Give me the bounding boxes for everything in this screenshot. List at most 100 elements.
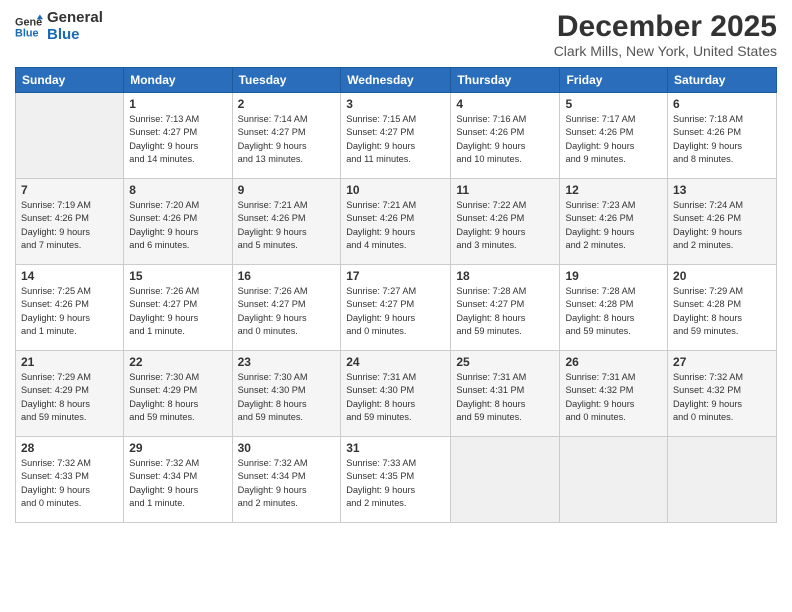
calendar-cell: 23Sunrise: 7:30 AM Sunset: 4:30 PM Dayli…	[232, 351, 341, 437]
day-info: Sunrise: 7:32 AM Sunset: 4:33 PM Dayligh…	[21, 457, 118, 510]
header-day: Thursday	[451, 68, 560, 93]
day-number: 25	[456, 355, 554, 369]
calendar-cell: 15 Sunrise: 7:26 AM Sunset: 4:27 PM Dayli…	[124, 265, 232, 351]
day-info: Sunrise: 7:22 AM Sunset: 4:26 PM Dayligh…	[456, 199, 554, 252]
calendar-cell: 9 Sunrise: 7:21 AM Sunset: 4:26 PM Daylig…	[232, 179, 341, 265]
header-day: Saturday	[668, 68, 777, 93]
day-number: 15	[129, 269, 226, 283]
calendar-cell: 17 Sunrise: 7:27 AM Sunset: 4:27 PM Dayli…	[341, 265, 451, 351]
calendar-cell	[16, 93, 124, 179]
calendar-cell: 5 Sunrise: 7:17 AM Sunset: 4:26 PM Daylig…	[560, 93, 668, 179]
day-info: Sunrise: 7:18 AM Sunset: 4:26 PM Dayligh…	[673, 113, 771, 166]
day-info: Sunrise: 7:13 AM Sunset: 4:27 PM Dayligh…	[129, 113, 226, 166]
day-number: 9	[238, 183, 336, 197]
calendar-cell: 29 Sunrise: 7:32 AM Sunset: 4:34 PM Dayli…	[124, 437, 232, 523]
day-info: Sunrise: 7:24 AM Sunset: 4:26 PM Dayligh…	[673, 199, 771, 252]
day-number: 8	[129, 183, 226, 197]
calendar-week: 21 Sunrise: 7:29 AM Sunset: 4:29 PM Dayli…	[16, 351, 777, 437]
calendar-cell: 12 Sunrise: 7:23 AM Sunset: 4:26 PM Dayli…	[560, 179, 668, 265]
logo-icon: General Blue	[15, 13, 43, 41]
calendar-cell: 10Sunrise: 7:21 AM Sunset: 4:26 PM Dayli…	[341, 179, 451, 265]
calendar-body: 1Sunrise: 7:13 AM Sunset: 4:27 PM Daylig…	[16, 93, 777, 523]
calendar-cell: 14 Sunrise: 7:25 AM Sunset: 4:26 PM Dayli…	[16, 265, 124, 351]
day-info: Sunrise: 7:26 AM Sunset: 4:27 PM Dayligh…	[129, 285, 226, 338]
day-number: 30	[238, 441, 336, 455]
day-number: 26	[565, 355, 662, 369]
calendar-cell: 1Sunrise: 7:13 AM Sunset: 4:27 PM Daylig…	[124, 93, 232, 179]
calendar-week: 1Sunrise: 7:13 AM Sunset: 4:27 PM Daylig…	[16, 93, 777, 179]
day-info: Sunrise: 7:32 AM Sunset: 4:34 PM Dayligh…	[238, 457, 336, 510]
day-info: Sunrise: 7:31 AM Sunset: 4:30 PM Dayligh…	[346, 371, 445, 424]
day-number: 13	[673, 183, 771, 197]
day-number: 2	[238, 97, 336, 111]
day-number: 20	[673, 269, 771, 283]
day-info: Sunrise: 7:26 AM Sunset: 4:27 PM Dayligh…	[238, 285, 336, 338]
day-info: Sunrise: 7:31 AM Sunset: 4:32 PM Dayligh…	[565, 371, 662, 424]
calendar: SundayMondayTuesdayWednesdayThursdayFrid…	[15, 67, 777, 523]
calendar-cell	[668, 437, 777, 523]
day-info: Sunrise: 7:21 AM Sunset: 4:26 PM Dayligh…	[346, 199, 445, 252]
day-number: 4	[456, 97, 554, 111]
day-info: Sunrise: 7:29 AM Sunset: 4:29 PM Dayligh…	[21, 371, 118, 424]
day-info: Sunrise: 7:17 AM Sunset: 4:26 PM Dayligh…	[565, 113, 662, 166]
calendar-cell: 24 Sunrise: 7:31 AM Sunset: 4:30 PM Dayli…	[341, 351, 451, 437]
calendar-cell	[560, 437, 668, 523]
day-number: 17	[346, 269, 445, 283]
day-number: 31	[346, 441, 445, 455]
calendar-cell: 26 Sunrise: 7:31 AM Sunset: 4:32 PM Dayli…	[560, 351, 668, 437]
day-number: 29	[129, 441, 226, 455]
calendar-cell: 27Sunrise: 7:32 AM Sunset: 4:32 PM Dayli…	[668, 351, 777, 437]
day-number: 22	[129, 355, 226, 369]
day-info: Sunrise: 7:21 AM Sunset: 4:26 PM Dayligh…	[238, 199, 336, 252]
calendar-week: 28 Sunrise: 7:32 AM Sunset: 4:33 PM Dayli…	[16, 437, 777, 523]
calendar-cell: 11 Sunrise: 7:22 AM Sunset: 4:26 PM Dayli…	[451, 179, 560, 265]
day-info: Sunrise: 7:32 AM Sunset: 4:34 PM Dayligh…	[129, 457, 226, 510]
svg-text:Blue: Blue	[15, 27, 39, 39]
calendar-cell: 13 Sunrise: 7:24 AM Sunset: 4:26 PM Dayli…	[668, 179, 777, 265]
day-info: Sunrise: 7:31 AM Sunset: 4:31 PM Dayligh…	[456, 371, 554, 424]
day-info: Sunrise: 7:28 AM Sunset: 4:28 PM Dayligh…	[565, 285, 662, 338]
day-number: 6	[673, 97, 771, 111]
calendar-cell: 28 Sunrise: 7:32 AM Sunset: 4:33 PM Dayli…	[16, 437, 124, 523]
day-info: Sunrise: 7:23 AM Sunset: 4:26 PM Dayligh…	[565, 199, 662, 252]
calendar-cell: 2 Sunrise: 7:14 AM Sunset: 4:27 PM Daylig…	[232, 93, 341, 179]
header-day: Friday	[560, 68, 668, 93]
calendar-cell: 16 Sunrise: 7:26 AM Sunset: 4:27 PM Dayli…	[232, 265, 341, 351]
day-number: 16	[238, 269, 336, 283]
day-number: 28	[21, 441, 118, 455]
subtitle: Clark Mills, New York, United States	[554, 43, 777, 59]
day-info: Sunrise: 7:27 AM Sunset: 4:27 PM Dayligh…	[346, 285, 445, 338]
day-info: Sunrise: 7:14 AM Sunset: 4:27 PM Dayligh…	[238, 113, 336, 166]
day-number: 5	[565, 97, 662, 111]
day-info: Sunrise: 7:16 AM Sunset: 4:26 PM Dayligh…	[456, 113, 554, 166]
day-number: 3	[346, 97, 445, 111]
header-day: Wednesday	[341, 68, 451, 93]
header-row: SundayMondayTuesdayWednesdayThursdayFrid…	[16, 68, 777, 93]
day-number: 18	[456, 269, 554, 283]
day-info: Sunrise: 7:33 AM Sunset: 4:35 PM Dayligh…	[346, 457, 445, 510]
calendar-cell: 22 Sunrise: 7:30 AM Sunset: 4:29 PM Dayli…	[124, 351, 232, 437]
day-info: Sunrise: 7:20 AM Sunset: 4:26 PM Dayligh…	[129, 199, 226, 252]
calendar-cell: 8 Sunrise: 7:20 AM Sunset: 4:26 PM Daylig…	[124, 179, 232, 265]
calendar-cell: 21 Sunrise: 7:29 AM Sunset: 4:29 PM Dayli…	[16, 351, 124, 437]
day-info: Sunrise: 7:25 AM Sunset: 4:26 PM Dayligh…	[21, 285, 118, 338]
title-block: December 2025 Clark Mills, New York, Uni…	[554, 10, 777, 59]
calendar-week: 14 Sunrise: 7:25 AM Sunset: 4:26 PM Dayli…	[16, 265, 777, 351]
calendar-cell: 4 Sunrise: 7:16 AM Sunset: 4:26 PM Daylig…	[451, 93, 560, 179]
day-number: 12	[565, 183, 662, 197]
day-number: 14	[21, 269, 118, 283]
day-info: Sunrise: 7:29 AM Sunset: 4:28 PM Dayligh…	[673, 285, 771, 338]
day-number: 21	[21, 355, 118, 369]
day-number: 11	[456, 183, 554, 197]
day-number: 7	[21, 183, 118, 197]
day-info: Sunrise: 7:30 AM Sunset: 4:29 PM Dayligh…	[129, 371, 226, 424]
calendar-cell: 6 Sunrise: 7:18 AM Sunset: 4:26 PM Daylig…	[668, 93, 777, 179]
header: General Blue General Blue December 2025 …	[15, 10, 777, 59]
day-info: Sunrise: 7:15 AM Sunset: 4:27 PM Dayligh…	[346, 113, 445, 166]
day-info: Sunrise: 7:28 AM Sunset: 4:27 PM Dayligh…	[456, 285, 554, 338]
day-number: 27	[673, 355, 771, 369]
day-number: 24	[346, 355, 445, 369]
calendar-week: 7 Sunrise: 7:19 AM Sunset: 4:26 PM Daylig…	[16, 179, 777, 265]
header-day: Tuesday	[232, 68, 341, 93]
day-info: Sunrise: 7:19 AM Sunset: 4:26 PM Dayligh…	[21, 199, 118, 252]
